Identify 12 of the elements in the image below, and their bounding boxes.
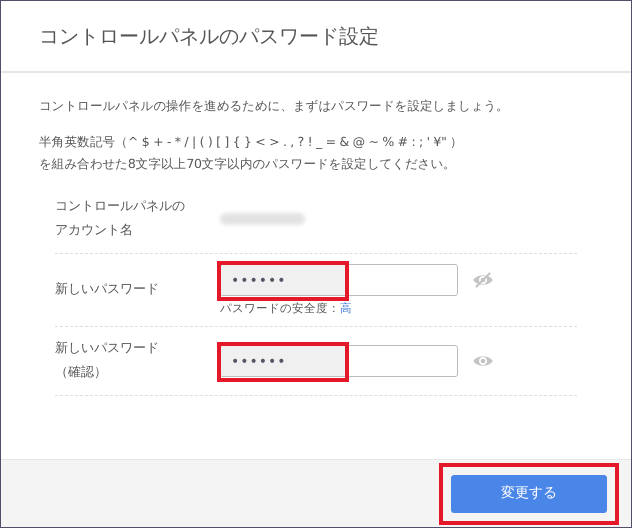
intro-text: コントロールパネルの操作を進めるために、まずはパスワードを設定しましょう。 [39, 97, 510, 115]
eye-slash-icon[interactable] [472, 272, 494, 288]
strength-label: パスワードの安全度： [220, 300, 340, 316]
strength-value: 高 [340, 300, 352, 316]
field-label: 新しいパスワード （確認） [55, 340, 160, 382]
masked-value: •••••• [231, 353, 287, 372]
field-label: コントロールパネルの アカウント名 [55, 198, 186, 240]
submit-button[interactable]: 変更する [451, 474, 607, 512]
field-label: 新しいパスワード [55, 281, 160, 299]
password-rules-text: 半角英数記号（^ $ + - * / | ( ) [ ] { } < > . , ? ! _ = & @ ~ % # : ; ' ¥" ） を組み合わせた8文字以上70文字以内のパスワードを設定してください。 [39, 133, 464, 173]
dialog-title: コントロールパネルのパスワード設定 [39, 23, 379, 50]
masked-value: •••••• [231, 272, 287, 291]
